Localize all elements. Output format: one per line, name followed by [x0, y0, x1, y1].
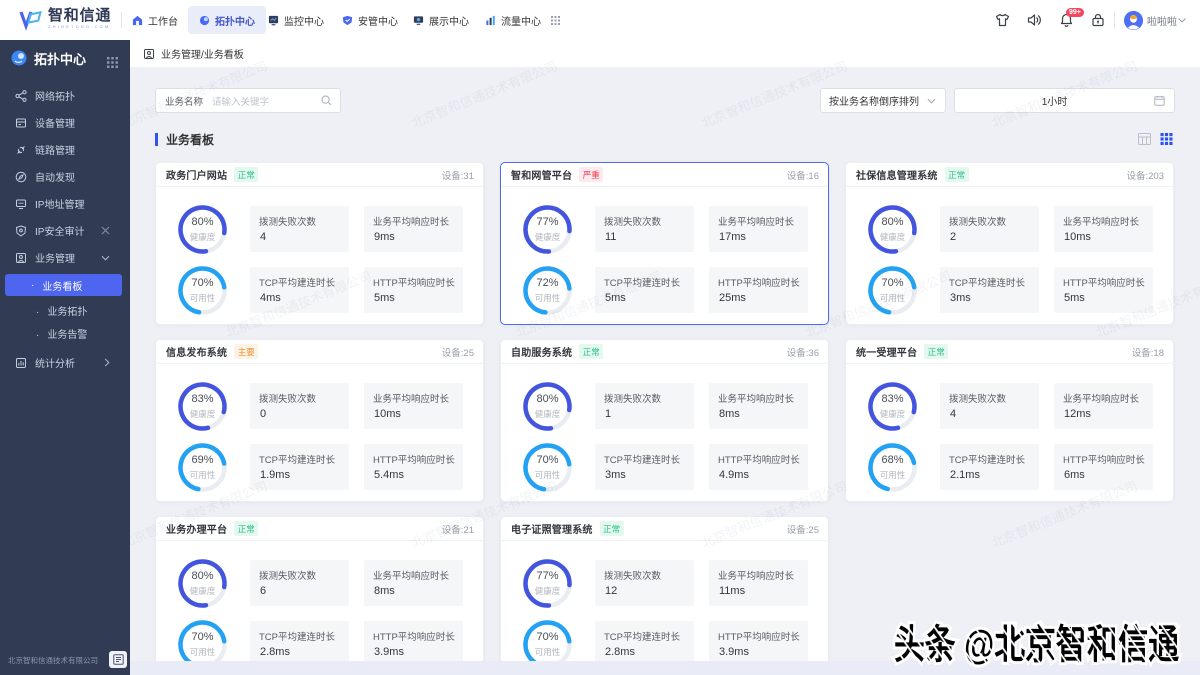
svg-text:头条 @北京智和信通: 头条 @北京智和信通: [894, 623, 1179, 667]
